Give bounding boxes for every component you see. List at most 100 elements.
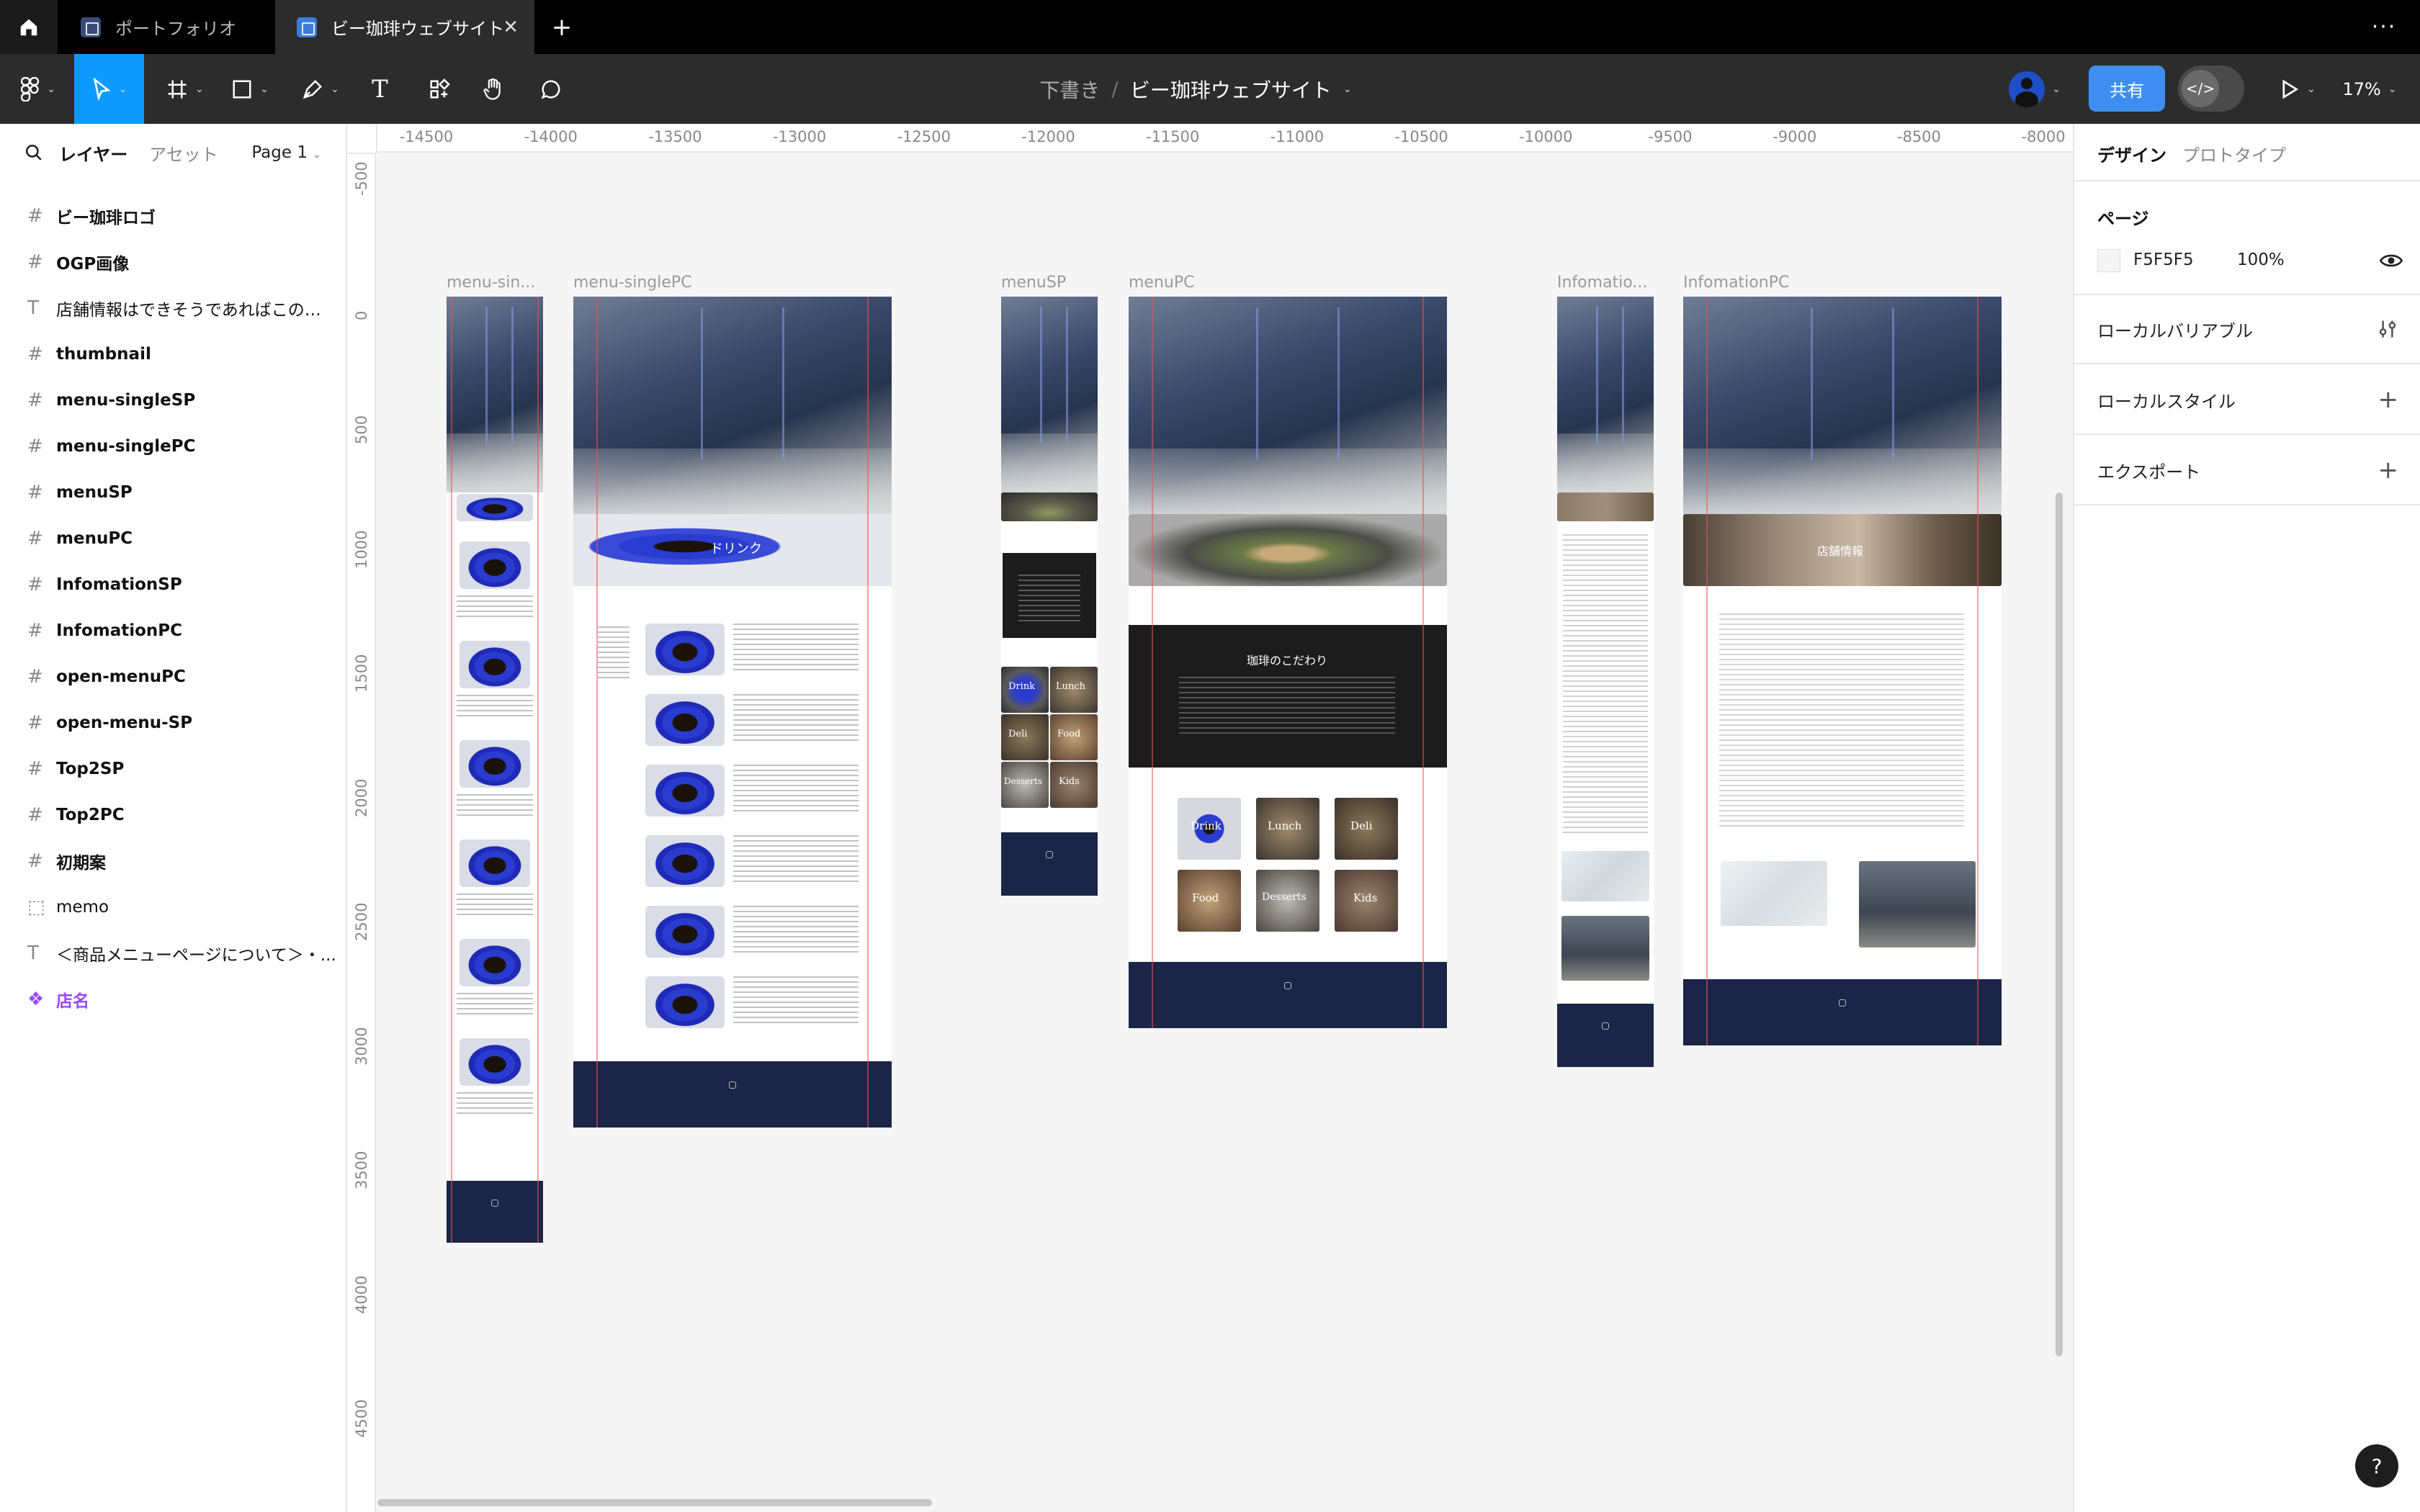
tab-layers[interactable]: レイヤー bbox=[59, 140, 127, 166]
layer-item[interactable]: T 店舗情報はできそうであればこのまま bbox=[0, 285, 346, 331]
text-block bbox=[457, 1092, 533, 1117]
breadcrumb-parent[interactable]: 下書き bbox=[1039, 75, 1100, 104]
category-desserts[interactable]: Desserts bbox=[1001, 762, 1049, 808]
tab-bee-coffee[interactable]: ビー珈琲ウェブサイト ✕ bbox=[275, 0, 534, 54]
layer-item[interactable]: # open-menu-SP bbox=[0, 700, 346, 746]
local-variables-row[interactable]: ローカルバリアブル bbox=[2074, 295, 2420, 364]
tab-prototype[interactable]: プロトタイプ bbox=[2182, 141, 2286, 166]
frame-tool-button[interactable]: ⌄ bbox=[160, 54, 210, 124]
ruler-tick-label: 1000 bbox=[353, 530, 370, 569]
tab-assets[interactable]: アセット bbox=[149, 140, 218, 166]
main-menu-button[interactable]: ⌄ bbox=[13, 54, 63, 124]
category-lunch[interactable]: Lunch bbox=[1050, 667, 1098, 713]
category-food[interactable]: Food bbox=[1050, 714, 1098, 760]
category-drink[interactable]: Drink bbox=[1001, 667, 1049, 713]
text-tool-icon[interactable]: T bbox=[364, 54, 396, 124]
help-icon[interactable]: ? bbox=[2355, 1444, 2398, 1488]
layer-item[interactable]: ❖ 店名 bbox=[0, 976, 346, 1022]
code-icon: </> bbox=[2182, 70, 2219, 107]
frame-label-info-pc[interactable]: InfomationPC bbox=[1683, 274, 1789, 292]
frame-label-menu-sp[interactable]: menuSP bbox=[1001, 274, 1066, 292]
frame-info-pc[interactable]: 店舗情報 bbox=[1683, 297, 2002, 1045]
resources-button[interactable] bbox=[421, 54, 457, 124]
dev-mode-toggle[interactable]: </> bbox=[2178, 66, 2244, 112]
vertical-scrollbar[interactable] bbox=[2056, 492, 2063, 1356]
layer-item[interactable]: # InfomationSP bbox=[0, 562, 346, 608]
frame-label-menu-single-sp[interactable]: menu-sin... bbox=[447, 274, 535, 292]
frame-label-info-sp[interactable]: Infomatio... bbox=[1557, 274, 1647, 292]
category-kids[interactable]: Kids bbox=[1050, 762, 1098, 808]
export-row[interactable]: エクスポート + bbox=[2074, 436, 2420, 505]
pen-tool-button[interactable]: ⌄ bbox=[295, 54, 346, 124]
close-icon[interactable]: ✕ bbox=[503, 17, 519, 38]
category-kids[interactable]: Kids bbox=[1335, 870, 1398, 932]
category-lunch[interactable]: Lunch bbox=[1256, 798, 1319, 860]
layer-item[interactable]: # OGP画像 bbox=[0, 239, 346, 285]
footer bbox=[1001, 832, 1098, 896]
frame-menu-single-pc[interactable]: ドリンク bbox=[573, 297, 892, 1128]
layer-item[interactable]: # Top2SP bbox=[0, 746, 346, 792]
hand-tool-button[interactable] bbox=[475, 54, 511, 124]
text-block bbox=[1018, 575, 1080, 625]
eye-icon[interactable] bbox=[2380, 251, 2403, 271]
layer-item[interactable]: # ビー珈琲ロゴ bbox=[0, 193, 346, 239]
local-styles-row[interactable]: ローカルスタイル + bbox=[2074, 366, 2420, 435]
ruler-tick-label: -500 bbox=[353, 161, 370, 196]
layer-item[interactable]: # menu-singlePC bbox=[0, 423, 346, 469]
search-icon[interactable] bbox=[24, 143, 43, 162]
home-button[interactable] bbox=[0, 0, 58, 54]
layer-item[interactable]: ⬚ memo bbox=[0, 884, 346, 930]
frame-menu-pc[interactable]: 珈琲のこだわり Drink Lunch Deli Food Desserts K… bbox=[1129, 297, 1447, 1028]
frame-menu-sp[interactable]: Drink Lunch Deli Food Desserts Kids bbox=[1001, 297, 1098, 896]
user-avatar-button[interactable]: ⌄ bbox=[2002, 54, 2067, 124]
horizontal-scrollbar[interactable] bbox=[377, 1499, 932, 1506]
tab-portfolio[interactable]: ポートフォリオ bbox=[59, 0, 275, 54]
layer-item[interactable]: # menuSP bbox=[0, 469, 346, 516]
category-deli[interactable]: Deli bbox=[1335, 798, 1398, 860]
ruler-tick-label: -13000 bbox=[772, 128, 827, 145]
divider bbox=[2074, 180, 2420, 181]
bg-hex-input[interactable]: F5F5F5 bbox=[2133, 251, 2194, 269]
text-block bbox=[457, 894, 533, 918]
layer-item[interactable]: T ＜商品メニューページについて＞・... bbox=[0, 930, 346, 976]
more-icon[interactable]: ··· bbox=[2362, 0, 2406, 54]
canvas[interactable]: menu-sin... menu-singlePC menuSP menuPC … bbox=[377, 154, 2073, 1512]
layer-item[interactable]: # menu-singleSP bbox=[0, 377, 346, 423]
page-selector[interactable]: Page 1 ⌄ bbox=[251, 143, 321, 162]
sliders-icon[interactable] bbox=[2378, 319, 2397, 339]
vertical-ruler: -500 0 500 1000 1500 2000 2500 3000 3500 4000 4500 bbox=[347, 153, 376, 1512]
layer-item[interactable]: # thumbnail bbox=[0, 331, 346, 377]
chevron-down-icon[interactable]: ⌄ bbox=[1343, 84, 1352, 95]
layer-item[interactable]: # Top2PC bbox=[0, 792, 346, 838]
file-name[interactable]: ビー珈琲ウェブサイト bbox=[1130, 75, 1332, 104]
new-tab-button[interactable]: + bbox=[544, 0, 580, 54]
bg-color-swatch[interactable] bbox=[2097, 249, 2120, 272]
comment-tool-button[interactable] bbox=[533, 54, 569, 124]
ruler-tick-label: 500 bbox=[353, 415, 370, 444]
zoom-menu[interactable]: 17% ⌄ bbox=[2334, 54, 2406, 124]
add-style-icon[interactable]: + bbox=[2378, 385, 2399, 414]
layer-item[interactable]: # menuPC bbox=[0, 516, 346, 562]
layer-item[interactable]: # open-menuPC bbox=[0, 654, 346, 700]
bg-opacity-input[interactable]: 100% bbox=[2237, 251, 2285, 269]
layout-guide bbox=[1706, 297, 1708, 1045]
frame-label-menu-pc[interactable]: menuPC bbox=[1129, 274, 1194, 292]
share-button[interactable]: 共有 bbox=[2089, 66, 2165, 112]
category-food[interactable]: Food bbox=[1178, 870, 1241, 932]
layer-item[interactable]: # InfomationPC bbox=[0, 608, 346, 654]
properties-panel: デザイン プロトタイプ ページ F5F5F5 100% ローカルバリアブル ロー… bbox=[2073, 124, 2420, 1512]
shape-tool-button[interactable]: ⌄ bbox=[225, 54, 275, 124]
category-desserts[interactable]: Desserts bbox=[1256, 870, 1319, 932]
present-button[interactable]: ⌄ bbox=[2269, 54, 2326, 124]
text-block bbox=[733, 835, 859, 886]
frame-info-sp[interactable] bbox=[1557, 297, 1654, 1067]
frame-label-menu-single-pc[interactable]: menu-singlePC bbox=[573, 274, 692, 292]
coffee-photo bbox=[645, 694, 725, 746]
move-tool-button[interactable]: ⌄ bbox=[74, 54, 144, 124]
category-deli[interactable]: Deli bbox=[1001, 714, 1049, 760]
category-drink[interactable]: Drink bbox=[1178, 798, 1241, 860]
tab-design[interactable]: デザイン bbox=[2097, 141, 2166, 166]
layer-item[interactable]: # 初期案 bbox=[0, 838, 346, 884]
add-export-icon[interactable]: + bbox=[2378, 456, 2399, 485]
frame-menu-single-sp[interactable] bbox=[447, 297, 543, 1243]
